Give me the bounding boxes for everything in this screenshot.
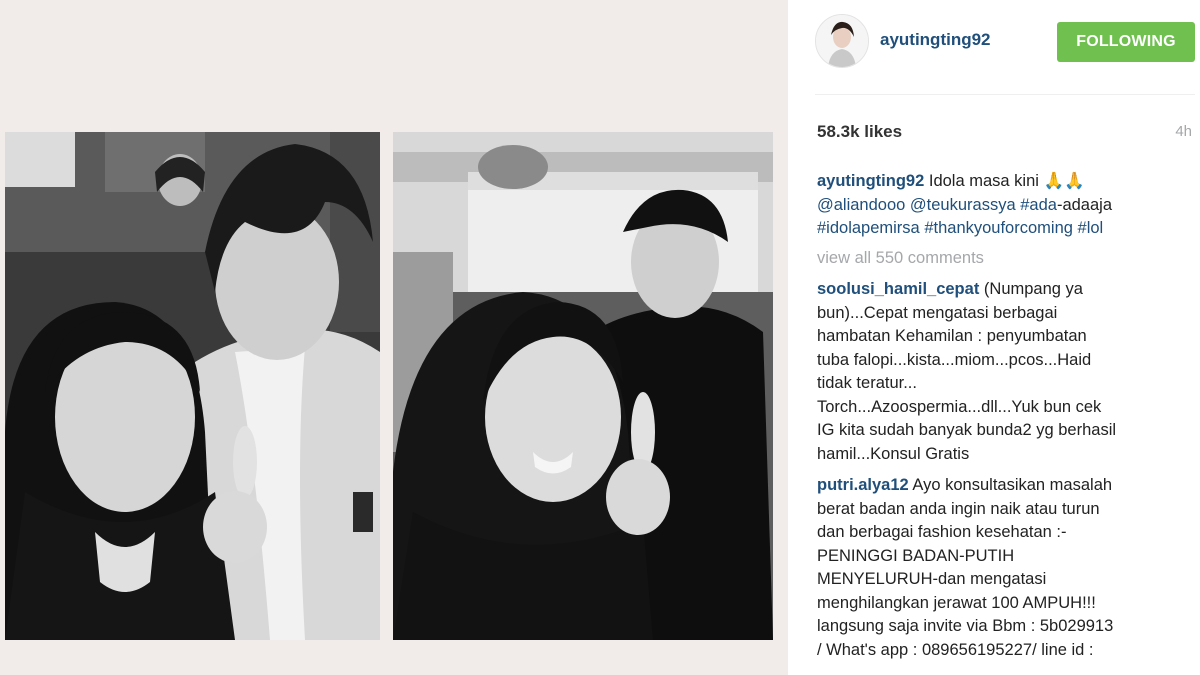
comments-section: ayutingting92 Idola masa kini 🙏🙏 @aliand… (817, 170, 1192, 670)
hashtag-link[interactable]: #lol (1078, 219, 1104, 237)
comment-line: Ayo konsultasikan masalah (912, 476, 1113, 494)
comment-line: PENINGGI BADAN-PUTIH (817, 546, 1015, 565)
photo-right-illustration (393, 132, 773, 640)
post-image-area[interactable] (0, 0, 788, 675)
selfie-photo-right (393, 132, 773, 640)
comment-line: / What's app : 089656195227/ line id : (817, 640, 1094, 659)
selfie-photo-left (5, 132, 380, 640)
view-all-comments-link[interactable]: view all 550 comments (817, 247, 1192, 271)
comment-line: IG kita sudah banyak bunda2 yg berhasil (817, 421, 1117, 439)
photo-left-illustration (5, 132, 380, 640)
comment-line: dan berbagai fashion kesehatan :- (817, 523, 1067, 541)
comment-line: hamil...Konsul Gratis (817, 444, 970, 463)
profile-avatar[interactable] (815, 14, 869, 68)
comment-line: MENYELURUH-dan mengatasi (817, 570, 1047, 588)
comment-line: tuba falopi...kista...miom...pcos...Haid (817, 350, 1092, 369)
comment-username[interactable]: putri.alya12 (817, 476, 909, 494)
caption: ayutingting92 Idola masa kini 🙏🙏 @aliand… (817, 170, 1192, 241)
comment-item: soolusi_hamil_cepat (Numpang ya bun)...C… (817, 278, 1192, 466)
comment-line: (Numpang ya (983, 280, 1083, 298)
following-button[interactable]: FOLLOWING (1057, 22, 1195, 62)
hashtag-link[interactable]: #thankyouforcoming (924, 219, 1073, 237)
comment-line: hambatan Kehamilan : penyumbatan (817, 327, 1087, 345)
caption-text: Idola masa kini 🙏🙏 (928, 172, 1085, 190)
comment-line: langsung saja invite via Bbm : 5b029913 (817, 617, 1114, 635)
comment-username[interactable]: soolusi_hamil_cepat (817, 280, 979, 298)
comment-item: putri.alya12 Ayo konsultasikan masalah b… (817, 474, 1192, 662)
comment-line: Torch...Azoospermia...dll...Yuk bun cek (817, 397, 1102, 416)
post-time[interactable]: 4h (1175, 123, 1192, 140)
mention-link[interactable]: @teukurassya (910, 196, 1016, 214)
comment-line: bun)...Cepat mengatasi berbagai (817, 303, 1058, 322)
hashtag-link[interactable]: #ada (1020, 196, 1057, 214)
mention-link[interactable]: @aliandooo (817, 196, 905, 214)
comment-line: menghilangkan jerawat 100 AMPUH!!! (817, 593, 1096, 612)
likes-count[interactable]: 58.3k likes (817, 122, 902, 142)
comment-line: berat badan anda ingin naik atau turun (817, 499, 1100, 518)
hashtag-link[interactable]: #idolapemirsa (817, 219, 920, 237)
avatar-illustration (816, 15, 868, 67)
header-divider (815, 94, 1195, 95)
post-username[interactable]: ayutingting92 (880, 30, 991, 50)
caption-text-rest: -adaaja (1056, 195, 1112, 214)
comment-line: tidak teratur... (817, 374, 917, 392)
caption-username[interactable]: ayutingting92 (817, 172, 924, 190)
